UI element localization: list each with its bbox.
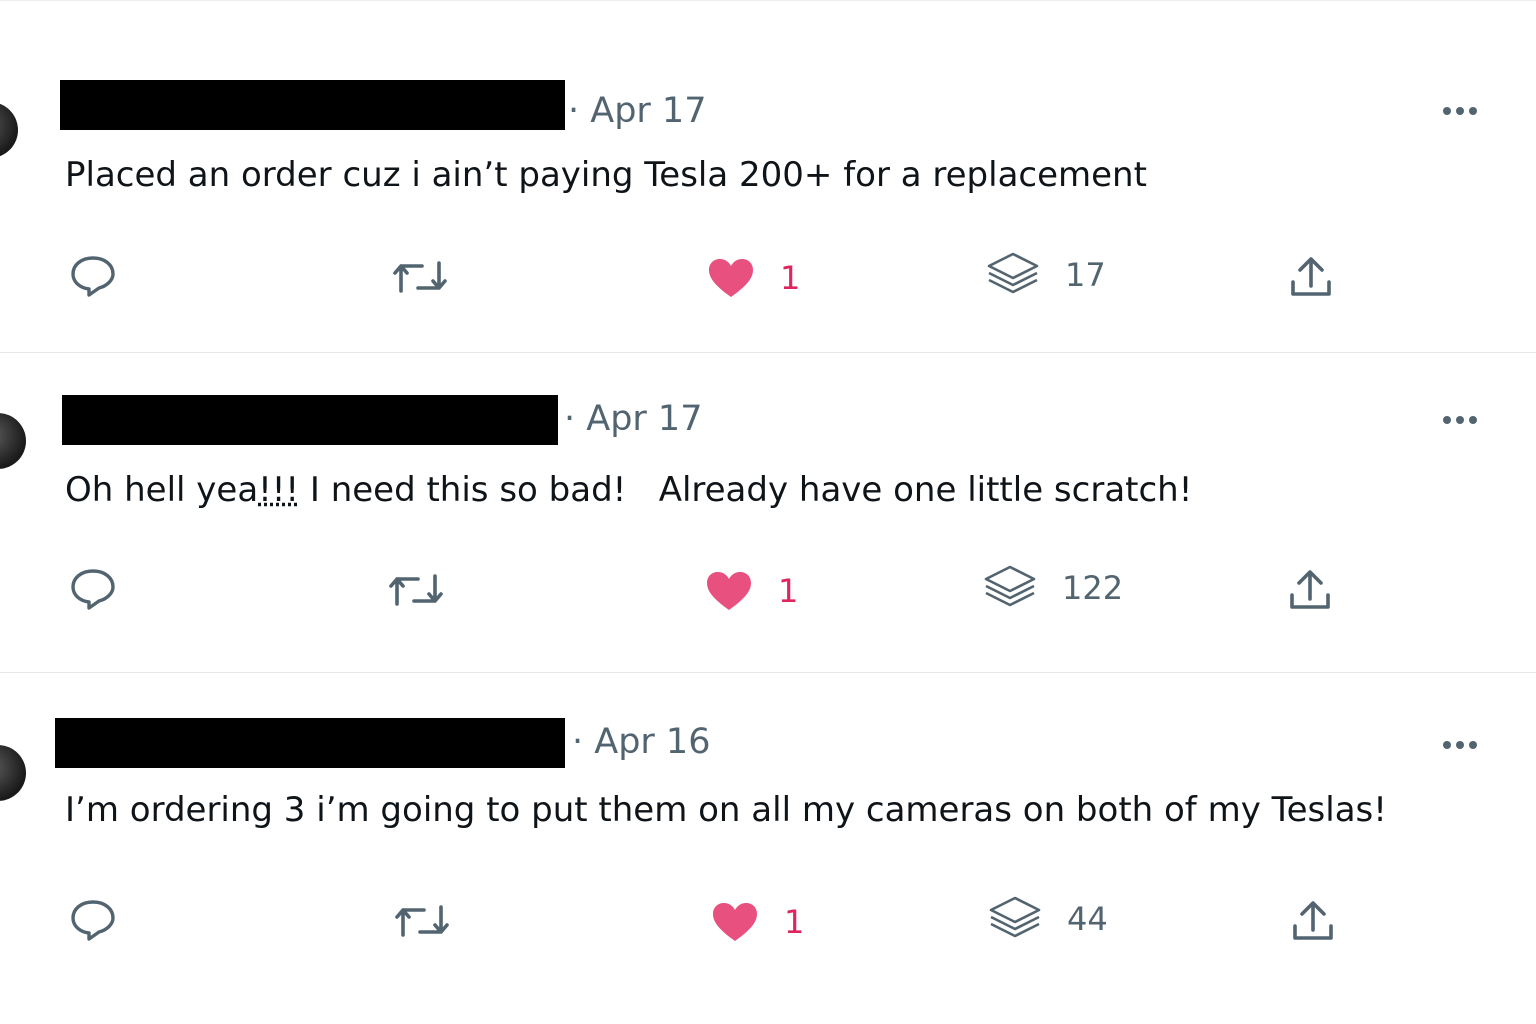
reply-icon: [71, 569, 115, 610]
reply-button[interactable]: [70, 899, 116, 941]
post-text: Oh hell yea!!! I need this so bad! Alrea…: [65, 473, 1192, 507]
share-icon: [1291, 257, 1331, 296]
views-count: 17: [1065, 256, 1106, 294]
repost-icon: [389, 574, 443, 606]
share-icon: [1293, 901, 1333, 940]
post-text-underlined: !!!: [258, 470, 300, 510]
like-count: 1: [780, 259, 801, 297]
heart-icon: [707, 572, 751, 610]
avatar[interactable]: [0, 102, 18, 158]
share-icon: [1290, 570, 1330, 609]
views-count: 44: [1067, 900, 1108, 938]
views-icon: [989, 896, 1041, 938]
avatar[interactable]: [0, 413, 26, 469]
more-icon: [1443, 416, 1451, 424]
views-icon: [984, 565, 1036, 607]
reply-icon: [71, 900, 115, 941]
views-icon: [987, 252, 1039, 294]
like-button[interactable]: 1: [712, 902, 804, 942]
more-options-button[interactable]: [1443, 741, 1477, 749]
post-date[interactable]: · Apr 17: [564, 402, 702, 437]
avatar[interactable]: [0, 745, 26, 801]
heart-icon: [709, 259, 753, 297]
redacted-username: [55, 718, 565, 768]
repost-button[interactable]: [392, 258, 448, 296]
post-2[interactable]: · Apr 17 Oh hell yea!!! I need this so b…: [0, 353, 1536, 673]
more-options-button[interactable]: [1443, 416, 1477, 424]
post-1[interactable]: · Apr 17 Placed an order cuz i ain’t pay…: [0, 0, 1536, 353]
more-options-button[interactable]: [1443, 107, 1477, 115]
post-text-start: Oh hell yea: [65, 470, 259, 510]
views-button[interactable]: 44: [989, 896, 1108, 942]
share-button[interactable]: [1289, 256, 1333, 298]
post-3[interactable]: · Apr 16 I’m ordering 3 i’m going to put…: [0, 673, 1536, 1024]
more-icon: [1443, 741, 1451, 749]
post-date[interactable]: · Apr 16: [572, 725, 710, 760]
like-count: 1: [784, 903, 805, 941]
redacted-username: [62, 395, 558, 445]
reply-icon: [71, 256, 115, 297]
views-count: 122: [1062, 569, 1124, 607]
views-button[interactable]: 122: [984, 565, 1123, 611]
repost-icon: [395, 905, 449, 937]
heart-icon: [713, 903, 757, 941]
views-button[interactable]: 17: [987, 252, 1106, 298]
repost-icon: [393, 261, 447, 293]
post-text-end: I need this so bad! Already have one lit…: [299, 470, 1193, 510]
like-button[interactable]: 1: [706, 571, 798, 611]
reply-button[interactable]: [70, 255, 116, 297]
share-button[interactable]: [1291, 900, 1335, 942]
more-icon: [1443, 107, 1451, 115]
share-button[interactable]: [1288, 569, 1332, 611]
reply-button[interactable]: [70, 568, 116, 610]
post-text: I’m ordering 3 i’m going to put them on …: [65, 790, 1387, 830]
like-count: 1: [778, 572, 799, 610]
post-date[interactable]: · Apr 17: [568, 94, 706, 129]
repost-button[interactable]: [394, 902, 450, 940]
repost-button[interactable]: [388, 571, 444, 609]
redacted-username: [60, 80, 565, 130]
like-button[interactable]: 1: [708, 258, 800, 298]
post-text: Placed an order cuz i ain’t paying Tesla…: [65, 155, 1147, 195]
